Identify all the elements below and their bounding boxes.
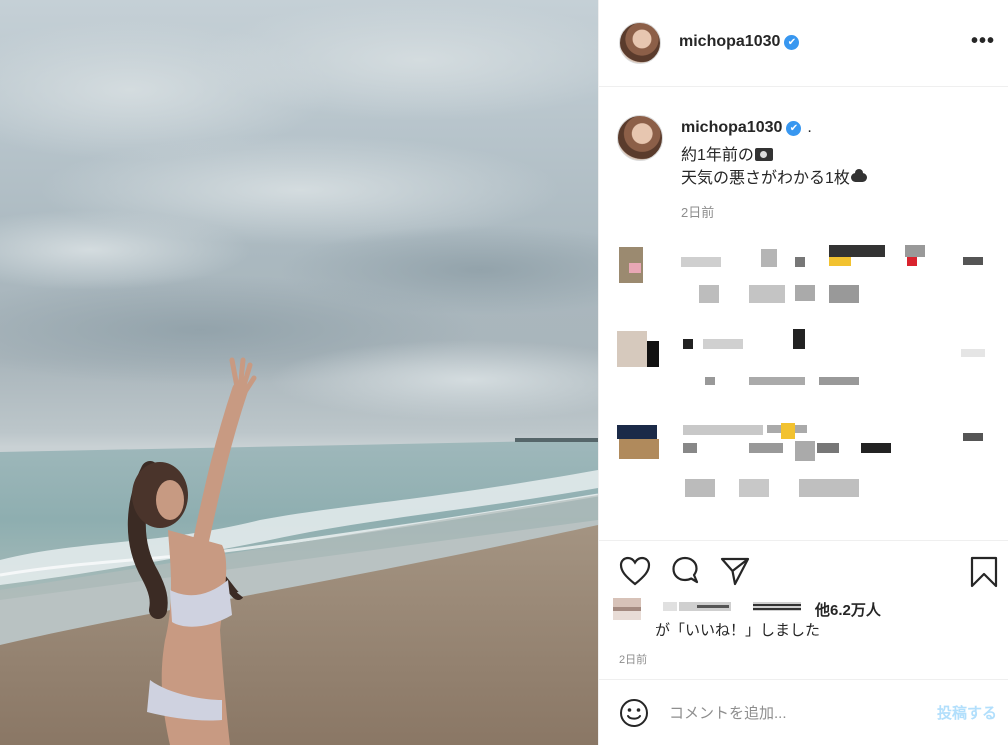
- caption-username[interactable]: michopa1030 ✔.: [681, 119, 812, 137]
- likes-text: が「いいね！」しました: [655, 622, 821, 639]
- camera-emoji-icon: [754, 148, 773, 161]
- add-comment-bar: 投稿する: [599, 679, 1008, 746]
- post-comment-button[interactable]: 投稿する: [937, 702, 997, 723]
- bookmark-icon[interactable]: [969, 556, 999, 588]
- comment-icon[interactable]: [669, 556, 701, 586]
- post-actions: 他6.2万人 が「いいね！」しました 2日前: [599, 540, 1008, 679]
- likes-count[interactable]: 他6.2万人: [815, 599, 881, 620]
- comments-section: michopa1030 ✔. 約1年前の 天気の悪さがわかる1枚 2日前: [599, 87, 1008, 539]
- censored-username: [663, 602, 677, 611]
- cloud-emoji-icon: [850, 169, 867, 182]
- caption-timestamp[interactable]: 2日前: [681, 202, 714, 221]
- censored-comment: [599, 245, 1008, 325]
- post-detail-panel: michopa1030 ✔ ••• michopa1030 ✔. 約1年前の 天気の…: [598, 0, 1008, 745]
- verified-badge-icon: ✔: [786, 121, 802, 136]
- more-options-icon[interactable]: •••: [971, 30, 995, 53]
- censored-comment: [599, 329, 1008, 409]
- header-username[interactable]: michopa1030 ✔: [679, 33, 800, 51]
- caption-avatar[interactable]: [617, 115, 663, 161]
- header-avatar[interactable]: [619, 22, 661, 64]
- caption-suffix: .: [807, 119, 812, 136]
- censored-comment: [599, 415, 1008, 497]
- beach-photo-illustration: [0, 0, 598, 745]
- post-header: michopa1030 ✔ •••: [599, 0, 1008, 87]
- caption-line-2: 天気の悪さがわかる1枚: [681, 164, 867, 188]
- liker-avatar[interactable]: [613, 598, 641, 620]
- caption-line-1: 約1年前の: [681, 141, 773, 165]
- post-timestamp[interactable]: 2日前: [619, 651, 647, 667]
- heart-icon[interactable]: [619, 556, 651, 586]
- emoji-icon[interactable]: [619, 698, 649, 728]
- share-icon[interactable]: [719, 556, 751, 586]
- post-photo: [0, 0, 598, 745]
- verified-badge-icon: ✔: [784, 35, 800, 50]
- comment-input[interactable]: [667, 700, 911, 726]
